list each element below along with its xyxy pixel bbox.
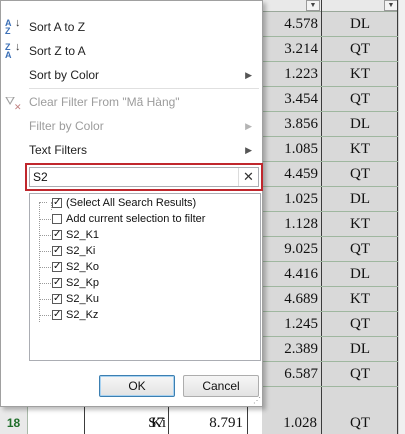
cell-number[interactable]: 4.459	[262, 162, 318, 187]
filter-list-item-label: S2_Kz	[66, 309, 99, 321]
checked-checkbox-icon[interactable]: ✓	[52, 230, 62, 240]
cell-number[interactable]: 1.028	[250, 412, 317, 434]
cell-code[interactable]: DL	[322, 12, 398, 37]
cell-number[interactable]: 6.587	[262, 362, 318, 387]
cell-code[interactable]: QT	[322, 312, 398, 337]
checked-checkbox-icon[interactable]: ✓	[52, 246, 62, 256]
submenu-arrow-icon: ▶	[245, 70, 252, 80]
clear-filter-item[interactable]: ⛛ ✕ Clear Filter From "Mã Hàng"	[1, 90, 262, 114]
filter-list-item[interactable]: ✓ S2_Kz	[39, 307, 256, 323]
filter-list-item[interactable]: ✓ S2_Ku	[39, 291, 256, 307]
sort-by-color-label: Sort by Color	[29, 68, 100, 82]
checked-checkbox-icon[interactable]: ✓	[52, 278, 62, 288]
cell-code[interactable]: QT	[322, 412, 398, 434]
checked-checkbox-icon[interactable]: ✓	[52, 310, 62, 320]
cell-number[interactable]: 4.578	[262, 12, 318, 37]
autofilter-menu: A Z ↓ Sort A to Z Z A ↓ Sort Z to A Sort by …	[0, 0, 263, 407]
column-filter-dropdown[interactable]: ▼	[384, 0, 398, 11]
clear-search-icon[interactable]: ✕	[238, 168, 258, 186]
sort-z-to-a-label: Sort Z to A	[29, 44, 86, 58]
cell-code[interactable]: DL	[322, 262, 398, 287]
cell-code[interactable]: DL	[322, 112, 398, 137]
search-input[interactable]	[30, 168, 238, 186]
cell-code[interactable]: KT	[322, 212, 398, 237]
filter-list-item[interactable]: ✓ S2_K1	[39, 227, 256, 243]
ok-button[interactable]: OK	[99, 375, 175, 397]
filter-list-item-label: S2_Ki	[66, 245, 96, 257]
cell-number[interactable]: 1.085	[262, 137, 318, 162]
cell-code[interactable]: KT	[322, 287, 398, 312]
filter-list-item[interactable]: ✓ (Select All Search Results)	[46, 195, 256, 211]
cell-number[interactable]: 2.389	[262, 337, 318, 362]
tree-connector	[39, 315, 51, 316]
cell-code[interactable]: KT	[322, 62, 398, 87]
resize-grip-icon[interactable]: ⋰	[253, 397, 261, 405]
filter-list-item-label: (Select All Search Results)	[66, 197, 197, 209]
sort-by-color-item[interactable]: Sort by Color ▶	[1, 63, 262, 87]
filter-by-color-label: Filter by Color	[29, 119, 104, 133]
tree-connector	[39, 235, 51, 236]
cell-number[interactable]: 1.245	[262, 312, 318, 337]
cell-number[interactable]: 3.856	[262, 112, 318, 137]
clear-filter-icon: ⛛ ✕	[5, 94, 22, 112]
tree-connector	[39, 299, 51, 300]
text-filters-label: Text Filters	[29, 143, 88, 157]
sort-a-to-z-item[interactable]: A Z ↓ Sort A to Z	[1, 15, 262, 39]
cell-number[interactable]: 1.223	[262, 62, 318, 87]
cell-code[interactable]: DL	[322, 187, 398, 212]
filter-list-item-label: S2_Kp	[66, 277, 100, 289]
clear-filter-label: Clear Filter From "Mã Hàng"	[29, 95, 180, 109]
filter-list-item[interactable]: ✓ S2_Kp	[39, 275, 256, 291]
menu-separator	[29, 88, 259, 89]
cell-code[interactable]: QT	[322, 87, 398, 112]
cell-code[interactable]: DL	[322, 337, 398, 362]
text-filters-item[interactable]: Text Filters ▶	[1, 138, 262, 162]
filter-by-color-item[interactable]: Filter by Color ▶	[1, 114, 262, 138]
cell-number[interactable]: 1.128	[262, 212, 318, 237]
cell-number[interactable]: 4.689	[262, 287, 318, 312]
sort-z-to-a-item[interactable]: Z A ↓ Sort Z to A	[1, 39, 262, 63]
tree-connector	[39, 219, 51, 220]
cell-code[interactable]: QT	[322, 237, 398, 262]
filter-list-item-label: S2_K1	[66, 229, 100, 241]
cell-code[interactable]: QT	[322, 162, 398, 187]
cell-number[interactable]: 4.416	[262, 262, 318, 287]
row-header[interactable]: 18	[0, 412, 28, 434]
cell-code[interactable]: QT	[322, 37, 398, 62]
column-filter-dropdown[interactable]: ▼	[306, 0, 320, 11]
sort-ascending-icon: A Z ↓	[5, 17, 21, 36]
tree-connector	[39, 202, 40, 322]
filter-list-item[interactable]: ✓ S2_Ki	[39, 243, 256, 259]
cell-number[interactable]: 1.025	[262, 187, 318, 212]
cell-price[interactable]: 8.791	[170, 412, 243, 434]
cell-suffix[interactable]: Ki	[146, 412, 166, 434]
filter-value-list: ✓ (Select All Search Results) Add current …	[29, 193, 261, 361]
filter-list-item-label: Add current selection to filter	[66, 213, 206, 225]
tree-connector	[39, 251, 51, 252]
filter-list-item-label: S2_Ku	[66, 293, 100, 305]
sort-a-to-z-label: Sort A to Z	[29, 20, 86, 34]
filter-list-item[interactable]: Add current selection to filter	[39, 211, 256, 227]
cell-code[interactable]: QT	[322, 362, 398, 387]
cell-number[interactable]: 3.214	[262, 37, 318, 62]
search-box: ✕	[29, 167, 259, 187]
cell-number[interactable]: 3.454	[262, 87, 318, 112]
cell-number[interactable]: 9.025	[262, 237, 318, 262]
sort-descending-icon: Z A ↓	[5, 41, 21, 60]
submenu-arrow-icon: ▶	[245, 121, 252, 131]
checked-checkbox-icon[interactable]: ✓	[52, 198, 62, 208]
tree-connector	[39, 283, 51, 284]
filter-list-item[interactable]: ✓ S2_Ko	[39, 259, 256, 275]
vertical-scrollbar[interactable]	[398, 0, 405, 434]
cell-code[interactable]: KT	[322, 137, 398, 162]
cancel-button[interactable]: Cancel	[183, 375, 259, 397]
submenu-arrow-icon: ▶	[245, 145, 252, 155]
checked-checkbox-icon[interactable]: ✓	[52, 262, 62, 272]
filter-list-item-label: S2_Ko	[66, 261, 100, 273]
unchecked-checkbox-icon[interactable]	[52, 214, 62, 224]
checked-checkbox-icon[interactable]: ✓	[52, 294, 62, 304]
tree-connector	[39, 267, 51, 268]
search-highlight-frame: ✕	[25, 163, 263, 191]
